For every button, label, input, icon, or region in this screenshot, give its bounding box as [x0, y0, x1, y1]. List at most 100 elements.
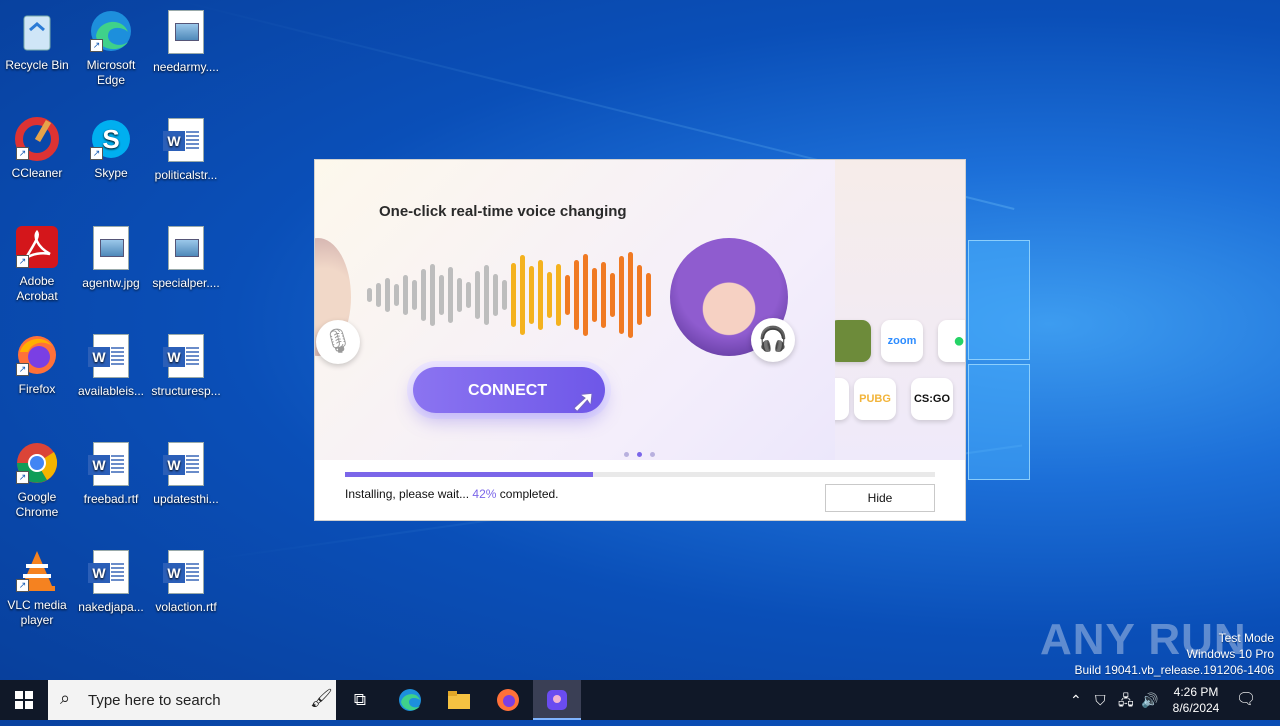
- desktop-icon-ccleaner[interactable]: ↗ CCleaner: [1, 116, 73, 181]
- desktop-icon-microsoft-edge[interactable]: ↗ Microsoft Edge: [75, 8, 147, 88]
- desktop-icon-volaction[interactable]: W volaction.rtf: [150, 548, 222, 615]
- desktop-icon-label: availableis...: [77, 384, 145, 398]
- waveform-bar: [610, 273, 615, 317]
- shortcut-arrow-icon: ↗: [90, 39, 103, 52]
- taskbar-firefox-button[interactable]: [484, 680, 532, 720]
- word-document-icon: W: [163, 550, 209, 596]
- waveform-bar: [520, 255, 525, 335]
- vlc-icon: ↗: [14, 548, 60, 594]
- desktop-icon-skype[interactable]: S ↗ Skype: [75, 116, 147, 181]
- image-file-icon: [88, 226, 134, 272]
- clock-time: 4:26 PM: [1173, 685, 1219, 699]
- desktop-icon-adobe-acrobat[interactable]: ↗ Adobe Acrobat: [1, 224, 73, 304]
- desktop-icon-freebad[interactable]: W freebad.rtf: [75, 440, 147, 507]
- waveform-bar: [484, 265, 489, 325]
- taskbar-installer-button[interactable]: [533, 680, 581, 720]
- word-document-icon: W: [88, 334, 134, 380]
- carousel-dot[interactable]: [624, 452, 629, 457]
- shortcut-arrow-icon: ↗: [16, 471, 29, 484]
- ccleaner-icon: ↗: [14, 116, 60, 162]
- show-hidden-icons-button[interactable]: ⌃: [1070, 680, 1088, 720]
- desktop-icon-label: politicalstr...: [154, 168, 218, 182]
- desktop-icon-label: Recycle Bin: [5, 58, 69, 72]
- word-document-icon: W: [163, 118, 209, 164]
- waveform-bar: [421, 269, 426, 321]
- carousel-dot[interactable]: [650, 452, 655, 457]
- pointer-cursor-icon: ➚: [571, 385, 597, 418]
- folder-icon: [448, 691, 470, 709]
- waveform-bar: [493, 274, 498, 316]
- waveform-bar: [637, 265, 642, 325]
- desktop-icon-politicalstr[interactable]: W politicalstr...: [150, 116, 222, 183]
- status-percent: 42%: [472, 487, 497, 501]
- hide-button[interactable]: Hide: [825, 484, 935, 512]
- waveform-bar: [619, 256, 624, 334]
- shortcut-arrow-icon: ↗: [90, 147, 103, 160]
- desktop-icon-recycle-bin[interactable]: Recycle Bin: [1, 8, 73, 73]
- search-placeholder: Type here to search: [88, 692, 221, 709]
- desktop-icon-vlc[interactable]: ↗ VLC media player: [1, 548, 73, 628]
- taskbar: ⌕ Type here to search 🖌 ⧉ ⌃ ⛉ 🖧 🔊 4:26 P…: [0, 680, 1280, 720]
- chrome-icon: ↗: [14, 440, 60, 486]
- desktop-icon-needarmy[interactable]: needarmy....: [150, 8, 222, 75]
- waveform-bar: [592, 268, 597, 322]
- desktop-icon-label: needarmy....: [153, 60, 219, 74]
- desktop-icon-firefox[interactable]: ↗ Firefox: [1, 332, 73, 397]
- desktop-icon-availableis[interactable]: W availableis...: [75, 332, 147, 399]
- edge-icon: ↗: [88, 8, 134, 54]
- desktop-icon-label: nakedjapa...: [78, 600, 144, 614]
- word-document-icon: W: [88, 442, 134, 488]
- start-button[interactable]: [0, 680, 48, 720]
- apps-panel: zoom ● PUBG CS:GO: [835, 160, 965, 460]
- edge-icon: [399, 689, 421, 711]
- desktop-icon-label: Firefox: [18, 382, 56, 396]
- minecraft-app-icon: [835, 320, 871, 362]
- task-view-button[interactable]: ⧉: [336, 680, 384, 720]
- svg-text:S: S: [102, 124, 119, 154]
- whatsapp-app-icon: ●: [938, 320, 965, 362]
- desktop-icon-nakedjapa[interactable]: W nakedjapa...: [75, 548, 147, 615]
- image-file-icon: [163, 226, 209, 272]
- desktop-icon-structuresp[interactable]: W structuresp...: [150, 332, 222, 399]
- desktop-icon-google-chrome[interactable]: ↗ Google Chrome: [1, 440, 73, 520]
- network-icon[interactable]: 🖧: [1118, 680, 1136, 720]
- waveform-bar: [529, 266, 534, 324]
- waveform-bar: [448, 267, 453, 323]
- tray-app-icon[interactable]: ⛉: [1095, 680, 1113, 720]
- waveform-bar: [412, 280, 417, 310]
- carousel-dots[interactable]: [620, 444, 659, 460]
- taskbar-clock[interactable]: 4:26 PM 8/6/2024: [1158, 684, 1234, 716]
- taskbar-search-box[interactable]: ⌕ Type here to search 🖌: [48, 680, 336, 720]
- desktop-icon-label: specialper....: [152, 276, 220, 290]
- desktop-icon-label: CCleaner: [11, 166, 63, 180]
- desktop-icon-agentw[interactable]: agentw.jpg: [75, 224, 147, 291]
- word-document-icon: W: [163, 334, 209, 380]
- adobe-acrobat-icon: ↗: [14, 224, 60, 270]
- waveform-bar: [376, 283, 381, 307]
- waveform-bar: [583, 254, 588, 336]
- taskbar-edge-button[interactable]: [386, 680, 434, 720]
- wallpaper-logo-pane: [968, 240, 1030, 360]
- waveform-bar: [466, 282, 471, 308]
- zoom-app-icon: zoom: [881, 320, 923, 362]
- waveform-bar: [475, 271, 480, 319]
- carousel-dot-active[interactable]: [637, 452, 642, 457]
- banner-tagline: One-click real-time voice changing: [379, 203, 627, 220]
- waveform-bar: [394, 284, 399, 306]
- waveform-bar: [565, 275, 570, 315]
- shortcut-arrow-icon: ↗: [16, 363, 29, 376]
- desktop-icon-updatesthi[interactable]: W updatesthi...: [150, 440, 222, 507]
- firefox-icon: ↗: [14, 332, 60, 378]
- desktop-icon-label: updatesthi...: [153, 492, 219, 506]
- shortcut-arrow-icon: ↗: [16, 579, 29, 592]
- desktop-icon-specialper[interactable]: specialper....: [150, 224, 222, 291]
- volume-icon[interactable]: 🔊: [1141, 680, 1159, 720]
- pubg-app-icon: PUBG: [854, 378, 896, 420]
- notification-center-button[interactable]: 🗨: [1236, 680, 1260, 720]
- waveform-bar: [457, 278, 462, 312]
- waveform-bar: [439, 275, 444, 315]
- taskbar-file-explorer-button[interactable]: [435, 680, 483, 720]
- waveform-bar: [556, 264, 561, 326]
- desktop-icon-label: freebad.rtf: [83, 492, 139, 506]
- firefox-icon: [497, 689, 519, 711]
